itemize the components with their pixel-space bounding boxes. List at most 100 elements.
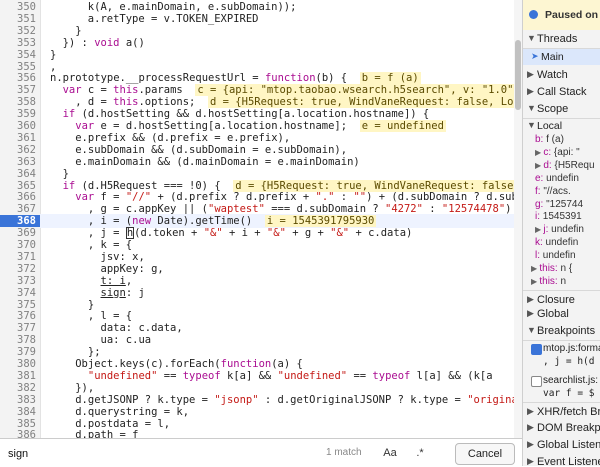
section-scope[interactable]: ▼ Scope (523, 100, 600, 119)
editor-scrollbar-thumb[interactable] (515, 40, 521, 110)
variable-value: n (557, 275, 567, 287)
code-line: e.prefix && (d.prefix = e.prefix), (62, 131, 291, 144)
line-number[interactable]: 354 (0, 49, 36, 61)
variable-name: this: (539, 263, 558, 274)
cancel-button[interactable]: Cancel (455, 443, 515, 465)
local-variable-row[interactable]: i: 1545391 (535, 211, 600, 224)
line-number[interactable]: 376 (0, 310, 36, 322)
code-line: var c = this.params c = {api: "mtop.taob… (63, 84, 522, 97)
line-number[interactable]: 368 (0, 215, 40, 228)
line-number[interactable]: 365 (0, 180, 36, 192)
line-number[interactable]: 360 (0, 120, 36, 132)
line-number[interactable]: 351 (0, 13, 36, 25)
local-variable-row[interactable]: f: "//acs. (535, 186, 600, 199)
code-line: d.querystring = k, (62, 405, 190, 418)
code-line: , i = (new Date).getTime() i = 154539179… (62, 215, 377, 228)
code-editor[interactable]: 350 351 352 353 354 355 356 357 358 359 360 361 362 3… (0, 0, 522, 438)
line-number[interactable]: 383 (0, 394, 36, 406)
variable-name: k: (535, 237, 543, 249)
local-variable-row[interactable]: ▶ d: {H5Requ (535, 160, 600, 173)
code-line: , j = h(d.token + "&" + i + "&" + g + "&… (62, 227, 413, 240)
code-line: var f = "//" + (d.prefix ? d.prefix + ".… (75, 191, 518, 204)
variable-value: f (a) (543, 134, 564, 145)
line-number[interactable]: 371 (0, 251, 36, 263)
match-case-button[interactable]: Aa (380, 444, 400, 462)
regex-button[interactable]: .* (410, 444, 430, 462)
debugger-sidebar: Paused on breakpoint ▼Threads ➤ Main ▶Wa… (522, 0, 600, 466)
line-number[interactable]: 352 (0, 25, 36, 37)
line-number[interactable]: 381 (0, 370, 36, 382)
line-number[interactable]: 367 (0, 203, 36, 215)
variable-value: n { (557, 263, 573, 274)
variable-name: d: (543, 159, 552, 171)
line-number[interactable]: 374 (0, 287, 36, 299)
section-breakpoints[interactable]: ▼ Breakpoints (523, 322, 600, 341)
line-number[interactable]: 353 (0, 37, 36, 49)
local-variable-row[interactable]: ▶ j: undefin (535, 224, 600, 237)
line-number[interactable]: 366 (0, 191, 36, 203)
chevron-right-icon: ▶ (527, 406, 534, 416)
breakpoint-1-checkbox[interactable] (531, 344, 542, 355)
chevron-down-icon: ▼ (527, 325, 536, 335)
local-variable-row[interactable]: ▶ this: n (531, 276, 600, 289)
variable-value: "125744 (543, 198, 584, 210)
chevron-right-icon: ▶ (527, 456, 534, 466)
code-line: Object.keys(c).forEach(function(a) { (62, 358, 303, 370)
thread-main[interactable]: ➤ Main (523, 49, 600, 65)
code-line: data: c.data, (62, 322, 183, 335)
line-number[interactable]: 375 (0, 299, 36, 311)
local-variable-row[interactable]: g: "125744 (535, 199, 600, 212)
paused-banner: Paused on breakpoint (523, 0, 600, 31)
chevron-right-icon: ▶ (527, 294, 534, 304)
variable-value: {api: " (551, 146, 580, 158)
line-number[interactable]: 358 (0, 96, 36, 108)
chevron-right-icon: ▶ (527, 308, 534, 318)
line-number[interactable]: 380 (0, 358, 36, 370)
breakpoint-2-file[interactable]: searchlist.js: (543, 375, 600, 388)
line-number[interactable]: 355 (0, 61, 36, 73)
code-line: , k = { (62, 239, 133, 251)
line-number[interactable]: 364 (0, 168, 36, 180)
local-variable-row[interactable]: k: undefin (535, 237, 600, 250)
local-variable-row[interactable]: ▶ this: n { (531, 263, 600, 276)
line-number[interactable]: 361 (0, 132, 36, 144)
line-number[interactable]: 373 (0, 275, 36, 287)
variable-name: c: (543, 146, 552, 158)
variable-value: undefin (543, 172, 579, 184)
search-input[interactable] (6, 445, 310, 463)
line-number[interactable]: 384 (0, 406, 36, 418)
breakpoint-1-file[interactable]: mtop.js:forma (543, 343, 600, 356)
chevron-right-icon: ▶ (527, 422, 534, 432)
line-number[interactable]: 369 (0, 227, 36, 239)
code-line: }; (62, 346, 101, 359)
code-line: d.postdata = l, (62, 417, 171, 430)
line-number[interactable]: 379 (0, 346, 36, 358)
local-variable-row[interactable]: e: undefin (535, 173, 600, 186)
line-number[interactable]: 372 (0, 263, 36, 275)
breakpoint-2-checkbox[interactable] (531, 376, 542, 387)
line-number[interactable]: 357 (0, 84, 36, 96)
code-line: t: i, (100, 274, 133, 287)
code-line: } (50, 48, 57, 61)
line-number[interactable]: 350 (0, 1, 36, 13)
line-number[interactable]: 386 (0, 429, 36, 438)
local-variable-row[interactable]: b: f (a) (535, 134, 600, 147)
line-number[interactable]: 382 (0, 382, 36, 394)
match-count: 1 match (326, 447, 362, 458)
line-number[interactable]: 385 (0, 418, 36, 430)
line-number[interactable]: 359 (0, 108, 36, 120)
line-number[interactable]: 363 (0, 156, 36, 168)
line-number[interactable]: 377 (0, 322, 36, 334)
local-variable-row[interactable]: l: undefin (535, 250, 600, 263)
section-threads[interactable]: ▼ Threads (523, 30, 600, 49)
line-number[interactable]: 356 (0, 72, 36, 84)
line-number[interactable]: 378 (0, 334, 36, 346)
code-line: ua: c.ua (62, 334, 152, 347)
scope-local[interactable]: ▼ Local (523, 119, 600, 133)
section-event-listeners[interactable]: ▶Event Listener (523, 453, 600, 466)
line-number[interactable]: 362 (0, 144, 36, 156)
line-gutter[interactable]: 350 351 352 353 354 355 356 357 358 359 360 361 362 3… (0, 0, 41, 438)
line-number[interactable]: 370 (0, 239, 36, 251)
local-variable-row[interactable]: ▶ c: {api: " (535, 147, 600, 160)
code-line: }) : void a() (62, 36, 145, 49)
